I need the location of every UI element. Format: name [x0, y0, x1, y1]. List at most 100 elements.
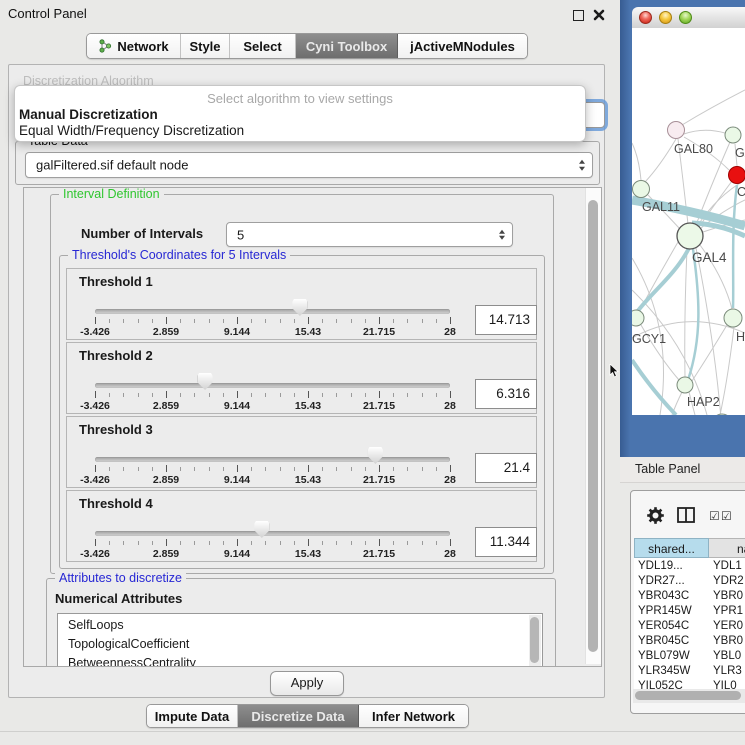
column-header-name[interactable]: name	[709, 538, 745, 558]
cell-name[interactable]: YER0	[713, 619, 745, 634]
tab-select[interactable]: Select	[230, 34, 296, 58]
slider-tick	[180, 467, 181, 471]
table-row[interactable]: YDL19... YDL1	[634, 559, 745, 574]
column-header-shared-name[interactable]: shared...	[634, 538, 709, 558]
attribute-list-item[interactable]: BetweennessCentrality	[68, 654, 196, 667]
dropdown-option-equal-width-frequency[interactable]: Equal Width/Frequency Discretization	[19, 123, 244, 138]
tab-infer-network[interactable]: Infer Network	[359, 705, 468, 727]
network-canvas[interactable]: GAL80 GA C GAL11 GAL4 GCY1 H HAP2	[632, 28, 745, 415]
slider-tick	[138, 541, 139, 545]
threshold-slider[interactable]: -3.4262.8599.14415.4321.71528	[67, 417, 536, 487]
slider-tick	[336, 467, 337, 471]
attribute-list-item[interactable]: TopologicalCoefficient	[68, 635, 189, 654]
cell-name[interactable]: YBL0	[713, 649, 745, 664]
table-data-combobox[interactable]: galFiltered.sif default node	[25, 152, 593, 178]
node-h[interactable]	[724, 309, 742, 327]
tab-style[interactable]: Style	[181, 34, 230, 58]
algorithm-dropdown-popup: Select algorithm to view settings Manual…	[14, 85, 586, 142]
network-window-frame[interactable]: GAL80 GA C GAL11 GAL4 GCY1 H HAP2	[620, 0, 745, 457]
thresholds-group-label: Threshold's Coordinates for 5 Intervals	[68, 248, 290, 262]
node-attribute-table[interactable]: shared... name YDL19...YDL1YDR27...YDR2Y…	[634, 538, 745, 703]
table-row[interactable]: YPR145W YPR1	[634, 604, 745, 619]
cell-shared-name[interactable]: YDL19...	[638, 559, 708, 574]
node-partial-bottom[interactable]	[712, 414, 732, 415]
tab-discretize-data[interactable]: Discretize Data	[238, 705, 359, 727]
close-light-icon[interactable]	[639, 11, 652, 24]
cell-name[interactable]: YBR0	[713, 634, 745, 649]
table-row[interactable]: YBR045C YBR0	[634, 634, 745, 649]
table-row[interactable]: YDR27... YDR2	[634, 574, 745, 589]
node-highlighted-red[interactable]	[729, 167, 745, 184]
zoom-light-icon[interactable]	[679, 11, 692, 24]
slider-tick	[450, 391, 451, 398]
network-window-titlebar[interactable]	[632, 7, 745, 29]
table-horizontal-scrollbar[interactable]	[633, 689, 745, 703]
slider-track[interactable]	[95, 457, 450, 462]
close-icon[interactable]	[592, 8, 606, 22]
threshold-value-field[interactable]: 14.713	[475, 305, 537, 335]
cell-shared-name[interactable]: YER054C	[638, 619, 708, 634]
slider-tick	[123, 467, 124, 471]
combo-stepper-icon	[579, 160, 585, 171]
cell-shared-name[interactable]: YBR043C	[638, 589, 708, 604]
node-label: GAL4	[692, 250, 727, 265]
tab-impute-data[interactable]: Impute Data	[147, 705, 238, 727]
scrollbar-thumb[interactable]	[635, 691, 741, 700]
split-column-icon[interactable]	[677, 507, 695, 523]
table-row[interactable]: YER054C YER0	[634, 619, 745, 634]
table-row[interactable]: YBL079W YBL0	[634, 649, 745, 664]
threshold-slider[interactable]: -3.4262.8599.14415.4321.71528	[67, 343, 536, 413]
cell-name[interactable]: YLR3	[713, 664, 745, 679]
node-gal11[interactable]	[633, 181, 650, 198]
cell-name[interactable]: YDL1	[713, 559, 745, 574]
threshold-value-field[interactable]: 11.344	[475, 527, 537, 557]
threshold-value-field[interactable]: 6.316	[475, 379, 537, 409]
dropdown-option-manual-discretization[interactable]: Manual Discretization	[19, 107, 158, 122]
slider-tick	[152, 319, 153, 323]
slider-track[interactable]	[95, 383, 450, 388]
node-ga[interactable]	[725, 127, 741, 143]
cell-shared-name[interactable]: YDR27...	[638, 574, 708, 589]
table-data-selected-value: galFiltered.sif default node	[36, 158, 188, 173]
checkbox-checked-icon[interactable]: ☑	[721, 510, 732, 522]
slider-tick	[294, 393, 295, 397]
threshold-slider[interactable]: -3.4262.8599.14415.4321.71528	[67, 269, 536, 339]
slider-tick	[180, 393, 181, 397]
float-icon[interactable]	[573, 10, 584, 21]
cell-name[interactable]: YPR1	[713, 604, 745, 619]
tab-jactivemnodules[interactable]: jActiveMNodules	[398, 34, 527, 58]
attribute-list-item[interactable]: SelfLoops	[68, 616, 124, 635]
cell-name[interactable]: YBR0	[713, 589, 745, 604]
node-gal80[interactable]	[668, 122, 685, 139]
scrollbar-thumb[interactable]	[530, 617, 539, 663]
number-of-intervals-combobox[interactable]: 5	[226, 222, 513, 247]
apply-button[interactable]: Apply	[270, 671, 344, 696]
scrollbar-thumb[interactable]	[588, 200, 598, 652]
table-row[interactable]: YBR043C YBR0	[634, 589, 745, 604]
threshold-slider[interactable]: -3.4262.8599.14415.4321.71528	[67, 491, 536, 561]
gear-icon[interactable]	[647, 507, 664, 524]
cell-shared-name[interactable]: YLR345W	[638, 664, 708, 679]
cell-shared-name[interactable]: YBL079W	[638, 649, 708, 664]
slider-tick-label: 21.715	[363, 548, 395, 560]
checkbox-checked-icon[interactable]: ☑	[709, 510, 720, 522]
slider-track[interactable]	[95, 531, 450, 536]
node-gal4[interactable]	[677, 223, 703, 249]
slider-tick	[422, 467, 423, 471]
slider-track[interactable]	[95, 309, 450, 314]
cell-name[interactable]: YDR2	[713, 574, 745, 589]
numerical-attributes-list[interactable]: SelfLoopsTopologicalCoefficientBetweenne…	[57, 613, 543, 667]
node-hap2[interactable]	[677, 377, 693, 393]
slider-tick	[95, 465, 96, 472]
tab-network[interactable]: Network	[87, 34, 181, 58]
cell-shared-name[interactable]: YBR045C	[638, 634, 708, 649]
tab-cyni-toolbox[interactable]: Cyni Toolbox	[296, 34, 398, 58]
threshold-value-field[interactable]: 21.4	[475, 453, 537, 483]
settings-vertical-scrollbar[interactable]	[585, 188, 601, 664]
slider-tick	[336, 319, 337, 323]
minimize-light-icon[interactable]	[659, 11, 672, 24]
attributes-list-scrollbar[interactable]	[529, 615, 541, 667]
node-gcy1[interactable]	[632, 310, 644, 326]
cell-shared-name[interactable]: YPR145W	[638, 604, 708, 619]
table-row[interactable]: YLR345W YLR3	[634, 664, 745, 679]
